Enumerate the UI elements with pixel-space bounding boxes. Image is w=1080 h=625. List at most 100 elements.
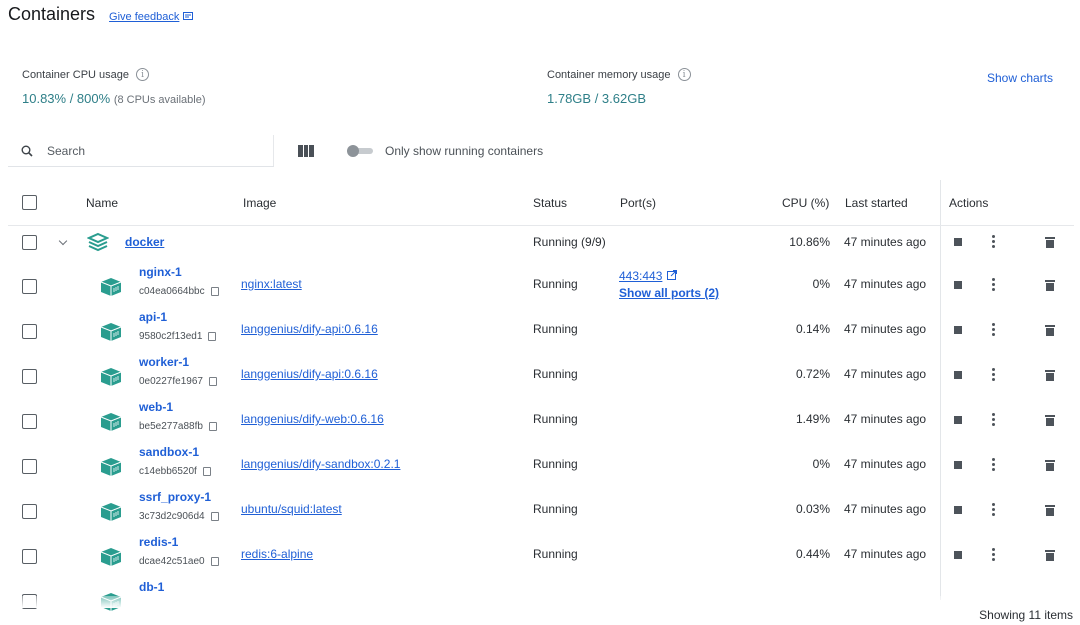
column-header-image[interactable]: Image xyxy=(243,196,276,210)
table-row[interactable]: ssrf_proxy-1 3c73d2c906d4 ubuntu/squid:lat… xyxy=(8,489,1074,534)
port-link[interactable]: 443:443 xyxy=(619,269,678,283)
chevron-down-icon xyxy=(58,236,68,246)
row-checkbox[interactable] xyxy=(22,504,37,519)
give-feedback-link[interactable]: Give feedback xyxy=(109,11,194,23)
container-name[interactable]: redis-1 xyxy=(139,535,178,549)
trash-icon[interactable] xyxy=(1045,460,1055,471)
image-link[interactable]: nginx:latest xyxy=(241,277,302,291)
trash-icon[interactable] xyxy=(1045,505,1055,516)
more-actions-icon[interactable] xyxy=(992,503,995,516)
stop-icon[interactable] xyxy=(954,238,962,246)
trash-icon[interactable] xyxy=(1045,550,1055,561)
cpu-usage-label: Container CPU usage xyxy=(22,68,130,81)
container-name[interactable]: sandbox-1 xyxy=(139,445,199,459)
page-title: Containers xyxy=(8,4,96,24)
more-actions-icon[interactable] xyxy=(992,323,995,336)
table-row[interactable]: api-1 9580c2f13ed1 langgenius/dify-api:0.6… xyxy=(8,309,1074,354)
copy-icon[interactable] xyxy=(208,422,217,431)
stop-icon[interactable] xyxy=(954,281,962,289)
row-checkbox[interactable] xyxy=(22,235,37,250)
container-status: Running xyxy=(533,457,578,471)
row-checkbox[interactable] xyxy=(22,549,37,564)
stop-icon[interactable] xyxy=(954,371,962,379)
image-link[interactable]: redis:6-alpine xyxy=(241,547,313,561)
search-placeholder: Search xyxy=(47,143,86,158)
trash-icon[interactable] xyxy=(1045,370,1055,381)
container-status: Running xyxy=(533,277,578,291)
container-name[interactable]: ssrf_proxy-1 xyxy=(139,490,211,504)
row-checkbox[interactable] xyxy=(22,324,37,339)
container-name[interactable]: nginx-1 xyxy=(139,265,182,279)
container-last-started: 47 minutes ago xyxy=(844,457,927,471)
row-checkbox[interactable] xyxy=(22,414,37,429)
more-actions-icon[interactable] xyxy=(992,548,995,561)
compose-group-row[interactable]: docker Running (9/9) 10.86% 47 minutes a… xyxy=(8,226,1074,264)
row-checkbox[interactable] xyxy=(22,279,37,294)
column-header-ports[interactable]: Port(s) xyxy=(620,196,656,210)
row-checkbox[interactable] xyxy=(22,369,37,384)
container-status: Running xyxy=(533,322,578,336)
copy-icon[interactable] xyxy=(208,332,217,341)
image-link[interactable]: langgenius/dify-web:0.6.16 xyxy=(241,412,384,426)
stop-icon[interactable] xyxy=(954,416,962,424)
container-name[interactable]: worker-1 xyxy=(139,355,189,369)
container-last-started: 47 minutes ago xyxy=(844,547,927,561)
copy-icon[interactable] xyxy=(210,512,219,521)
container-name[interactable]: db-1 xyxy=(139,580,164,594)
more-actions-icon[interactable] xyxy=(992,368,995,381)
container-icon xyxy=(100,322,122,345)
more-actions-icon[interactable] xyxy=(992,413,995,426)
table-row[interactable]: nginx-1 c04ea0664bbc nginx:latest Running 44… xyxy=(8,264,1074,309)
copy-icon[interactable] xyxy=(208,377,217,386)
stop-icon[interactable] xyxy=(954,461,962,469)
trash-icon[interactable] xyxy=(1045,280,1055,291)
copy-icon[interactable] xyxy=(202,467,211,476)
container-status: Running xyxy=(533,502,578,516)
table-row[interactable]: worker-1 0e0227fe1967 langgenius/dify-api:… xyxy=(8,354,1074,399)
more-actions-icon[interactable] xyxy=(992,235,995,248)
row-checkbox[interactable] xyxy=(22,459,37,474)
columns-icon[interactable] xyxy=(298,145,315,157)
container-last-started: 47 minutes ago xyxy=(844,367,927,381)
container-last-started: 47 minutes ago xyxy=(844,502,927,516)
image-link[interactable]: langgenius/dify-api:0.6.16 xyxy=(241,367,378,381)
table-row[interactable]: web-1 be5e277a88fb langgenius/dify-web:0.6… xyxy=(8,399,1074,444)
container-cpu: 0.72% xyxy=(795,367,830,381)
info-icon[interactable]: i xyxy=(136,68,150,81)
table-row[interactable]: sandbox-1 c14ebb6520f langgenius/dify-sand… xyxy=(8,444,1074,489)
more-actions-icon[interactable] xyxy=(992,458,995,471)
running-only-toggle[interactable] xyxy=(347,145,373,157)
column-header-last-started[interactable]: Last started xyxy=(845,196,908,210)
compose-group-name[interactable]: docker xyxy=(125,235,164,249)
select-all-checkbox[interactable] xyxy=(22,195,37,210)
image-link[interactable]: ubuntu/squid:latest xyxy=(241,502,342,516)
container-status: Running xyxy=(533,412,578,426)
column-header-name[interactable]: Name xyxy=(86,196,118,210)
stop-icon[interactable] xyxy=(954,326,962,334)
port-mapping[interactable]: 443:443 xyxy=(619,269,662,283)
column-header-status[interactable]: Status xyxy=(533,196,567,210)
copy-icon[interactable] xyxy=(210,557,219,566)
trash-icon[interactable] xyxy=(1045,325,1055,336)
more-actions-icon[interactable] xyxy=(992,278,995,291)
image-link[interactable]: langgenius/dify-sandbox:0.2.1 xyxy=(241,457,400,471)
expand-chevron-button[interactable] xyxy=(58,236,68,246)
copy-icon[interactable] xyxy=(210,287,219,296)
info-icon[interactable]: i xyxy=(677,68,691,81)
search-input[interactable]: Search xyxy=(8,135,274,167)
give-feedback-label: Give feedback xyxy=(109,11,180,23)
container-name[interactable]: api-1 xyxy=(139,310,167,324)
image-link[interactable]: langgenius/dify-api:0.6.16 xyxy=(241,322,378,336)
container-name[interactable]: web-1 xyxy=(139,400,173,414)
column-header-cpu[interactable]: CPU (%) xyxy=(782,196,829,210)
usage-stats: Container CPU usage i 10.83% / 800% (8 C… xyxy=(22,68,1080,114)
stop-icon[interactable] xyxy=(954,506,962,514)
container-id: be5e277a88fb xyxy=(139,421,203,432)
trash-icon[interactable] xyxy=(1045,415,1055,426)
stop-icon[interactable] xyxy=(954,551,962,559)
container-icon xyxy=(100,502,122,525)
table-row[interactable]: redis-1 dcae42c51ae0 redis:6-alpine Running… xyxy=(8,534,1074,579)
show-all-ports-link[interactable]: Show all ports (2) xyxy=(619,286,719,300)
show-charts-button[interactable]: Show charts xyxy=(987,71,1053,85)
trash-icon[interactable] xyxy=(1045,237,1055,248)
